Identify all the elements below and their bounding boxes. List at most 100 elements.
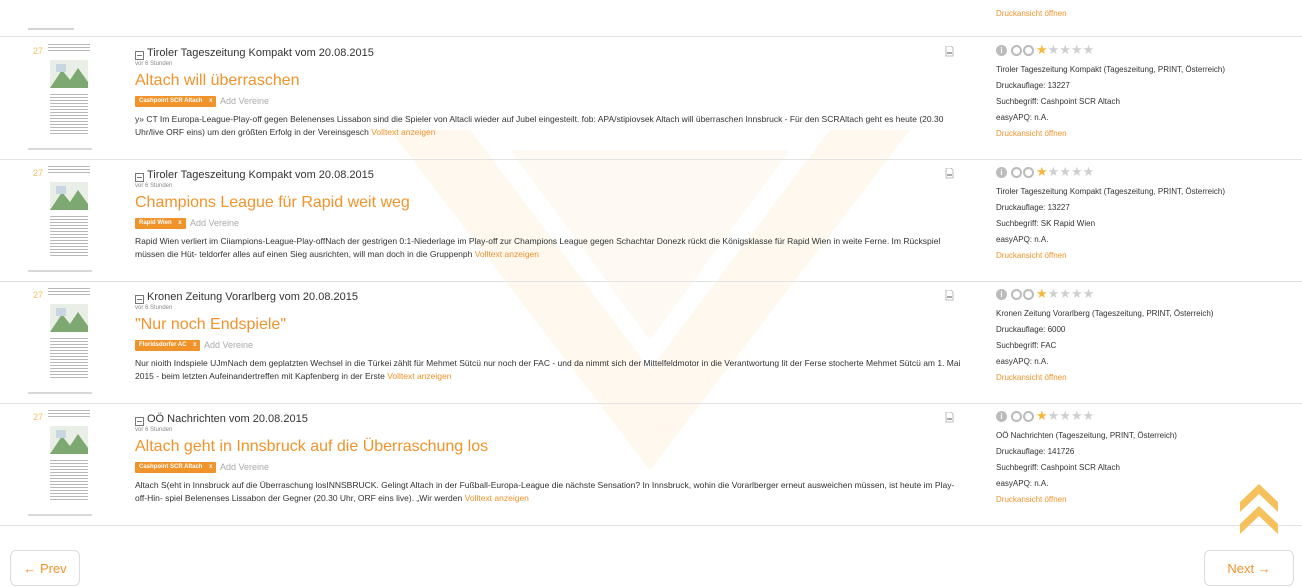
- easyapq: easyAPQ: n.A.: [996, 357, 1049, 366]
- snippet-text: Nur nioith Indspiele UJmNach dem geplatz…: [135, 358, 961, 381]
- pdf-icon[interactable]: [945, 46, 954, 57]
- info-icon[interactable]: i: [996, 289, 1007, 300]
- rating-star-icon[interactable]: ★: [1083, 164, 1095, 179]
- rating-star-icon[interactable]: ★: [1059, 42, 1071, 57]
- clipping-thumbnail[interactable]: [28, 44, 92, 150]
- druckauflage: Druckauflage: 13227: [996, 81, 1070, 90]
- pdf-icon[interactable]: [945, 412, 954, 423]
- article-source: OÖ Nachrichten vom 20.08.2015: [147, 413, 308, 425]
- rating-star-icon[interactable]: ★: [1036, 164, 1048, 179]
- thumbnail-caption: [28, 270, 92, 272]
- info-icon[interactable]: i: [996, 45, 1007, 56]
- show-fulltext-link[interactable]: Volltext anzeigen: [371, 127, 435, 137]
- rating-star-icon[interactable]: ★: [1083, 408, 1095, 423]
- club-tag: Floridsdorfer AC x: [135, 340, 201, 351]
- add-vereine-link[interactable]: Add Vereine: [220, 96, 269, 107]
- suchbegriff: Suchbegriff: Cashpoint SCR Altach: [996, 463, 1120, 472]
- rating-star-icon[interactable]: ★: [1048, 164, 1060, 179]
- remove-tag-button[interactable]: x: [193, 340, 196, 351]
- add-vereine-link[interactable]: Add Vereine: [220, 462, 269, 473]
- pdf-icon[interactable]: [945, 168, 954, 179]
- next-page-button[interactable]: Next →: [1204, 550, 1294, 586]
- print-view-link[interactable]: Druckansicht öffnen: [996, 370, 1296, 386]
- druckauflage: Druckauflage: 141726: [996, 447, 1075, 456]
- rating-star-icon[interactable]: ★: [1036, 42, 1048, 57]
- chevron-up-icon: [1240, 484, 1278, 534]
- article-title[interactable]: "Nur noch Endspiele": [135, 316, 286, 334]
- newspaper-icon: [135, 295, 144, 304]
- rating-star-icon[interactable]: ★: [1059, 286, 1071, 301]
- article-title[interactable]: Champions League für Rapid weit weg: [135, 194, 410, 212]
- rating-star-icon[interactable]: ★: [1036, 286, 1048, 301]
- medium-info: Kronen Zeitung Vorarlberg (Tageszeitung,…: [996, 309, 1214, 318]
- thumbnail-masthead: [48, 166, 90, 175]
- rating-bar: i ★★★★★: [996, 286, 1296, 301]
- remove-tag-button[interactable]: x: [178, 218, 181, 229]
- star-rating: ★★★★★: [1036, 42, 1094, 58]
- add-vereine-link[interactable]: Add Vereine: [204, 340, 253, 351]
- article-title[interactable]: Altach geht in Innsbruck auf die Überras…: [135, 438, 488, 456]
- rating-star-icon[interactable]: ★: [1071, 164, 1083, 179]
- remove-tag-button[interactable]: x: [209, 462, 212, 473]
- article-meta: i ★★★★★ Tiroler Tageszeitung Kompakt (Tage…: [996, 42, 1296, 142]
- show-fulltext-link[interactable]: Volltext anzeigen: [465, 493, 529, 503]
- star-rating: ★★★★★: [1036, 408, 1094, 424]
- pdf-icon[interactable]: [945, 290, 954, 301]
- thumbnail-text: [50, 460, 88, 500]
- rating-star-icon[interactable]: ★: [1036, 408, 1048, 423]
- sentiment-circle-icon[interactable]: [1023, 289, 1034, 300]
- rating-star-icon[interactable]: ★: [1048, 286, 1060, 301]
- rating-star-icon[interactable]: ★: [1071, 408, 1083, 423]
- clipping-thumbnail[interactable]: [28, 410, 92, 516]
- rating-star-icon[interactable]: ★: [1059, 164, 1071, 179]
- info-icon[interactable]: i: [996, 411, 1007, 422]
- article-source: Kronen Zeitung Vorarlberg vom 20.08.2015: [147, 291, 358, 303]
- scroll-to-top-button[interactable]: [1236, 478, 1282, 538]
- print-view-link[interactable]: Druckansicht öffnen: [996, 126, 1296, 142]
- sentiment-circle-icon[interactable]: [1023, 45, 1034, 56]
- sentiment-circle-icon[interactable]: [1011, 411, 1022, 422]
- rating-bar: i ★★★★★: [996, 408, 1296, 424]
- sentiment-circle-icon[interactable]: [1011, 289, 1022, 300]
- medium-info: OÖ Nachrichten (Tageszeitung, PRINT, Öst…: [996, 431, 1177, 440]
- article-source: Tiroler Tageszeitung Kompakt vom 20.08.2…: [147, 47, 374, 59]
- druckauflage: Druckauflage: 6000: [996, 325, 1066, 334]
- remove-tag-button[interactable]: x: [209, 96, 212, 107]
- rating-star-icon[interactable]: ★: [1048, 42, 1060, 57]
- prev-page-button[interactable]: ← Prev: [10, 550, 80, 586]
- clipping-thumbnail[interactable]: [28, 166, 92, 272]
- rating-star-icon[interactable]: ★: [1071, 286, 1083, 301]
- thumbnail-caption: [28, 148, 92, 150]
- rating-star-icon[interactable]: ★: [1083, 286, 1095, 301]
- article-snippet: Rapid Wien verliert im Ciiampions-League…: [135, 235, 965, 261]
- club-tag-label: Rapid Wien: [139, 220, 172, 226]
- print-view-link[interactable]: Druckansicht öffnen: [996, 248, 1296, 264]
- article-rank: 27: [33, 168, 44, 178]
- thumbnail-caption: [28, 28, 74, 30]
- thumbnail-masthead: [48, 288, 90, 297]
- sentiment-circle-icon[interactable]: [1023, 167, 1034, 178]
- show-fulltext-link[interactable]: Volltext anzeigen: [475, 249, 539, 259]
- clipping-thumbnail[interactable]: [28, 288, 92, 394]
- print-view-link[interactable]: Druckansicht öffnen: [996, 9, 1067, 18]
- rating-star-icon[interactable]: ★: [1071, 42, 1083, 57]
- sentiment-circle-icon[interactable]: [1011, 167, 1022, 178]
- rating-star-icon[interactable]: ★: [1083, 42, 1095, 57]
- rating-star-icon[interactable]: ★: [1048, 408, 1060, 423]
- previous-article-tail: Druckansicht öffnen: [0, 0, 1302, 37]
- sentiment-circle-icon[interactable]: [1011, 45, 1022, 56]
- show-fulltext-link[interactable]: Volltext anzeigen: [387, 371, 451, 381]
- club-tag-label: Floridsdorfer AC: [139, 342, 187, 348]
- club-tag: Cashpoint SCR Altach x: [135, 96, 217, 107]
- sentiment-circle-icon[interactable]: [1023, 411, 1034, 422]
- druckauflage: Druckauflage: 13227: [996, 203, 1070, 212]
- article-title[interactable]: Altach will überraschen: [135, 72, 300, 90]
- newspaper-icon: [135, 417, 144, 426]
- info-icon[interactable]: i: [996, 167, 1007, 178]
- suchbegriff: Suchbegriff: Cashpoint SCR Altach: [996, 97, 1120, 106]
- thumbnail-masthead: [48, 44, 90, 53]
- club-tag-label: Cashpoint SCR Altach: [139, 464, 203, 470]
- add-vereine-link[interactable]: Add Vereine: [190, 218, 239, 229]
- club-tag: Rapid Wien x: [135, 218, 186, 229]
- rating-star-icon[interactable]: ★: [1059, 408, 1071, 423]
